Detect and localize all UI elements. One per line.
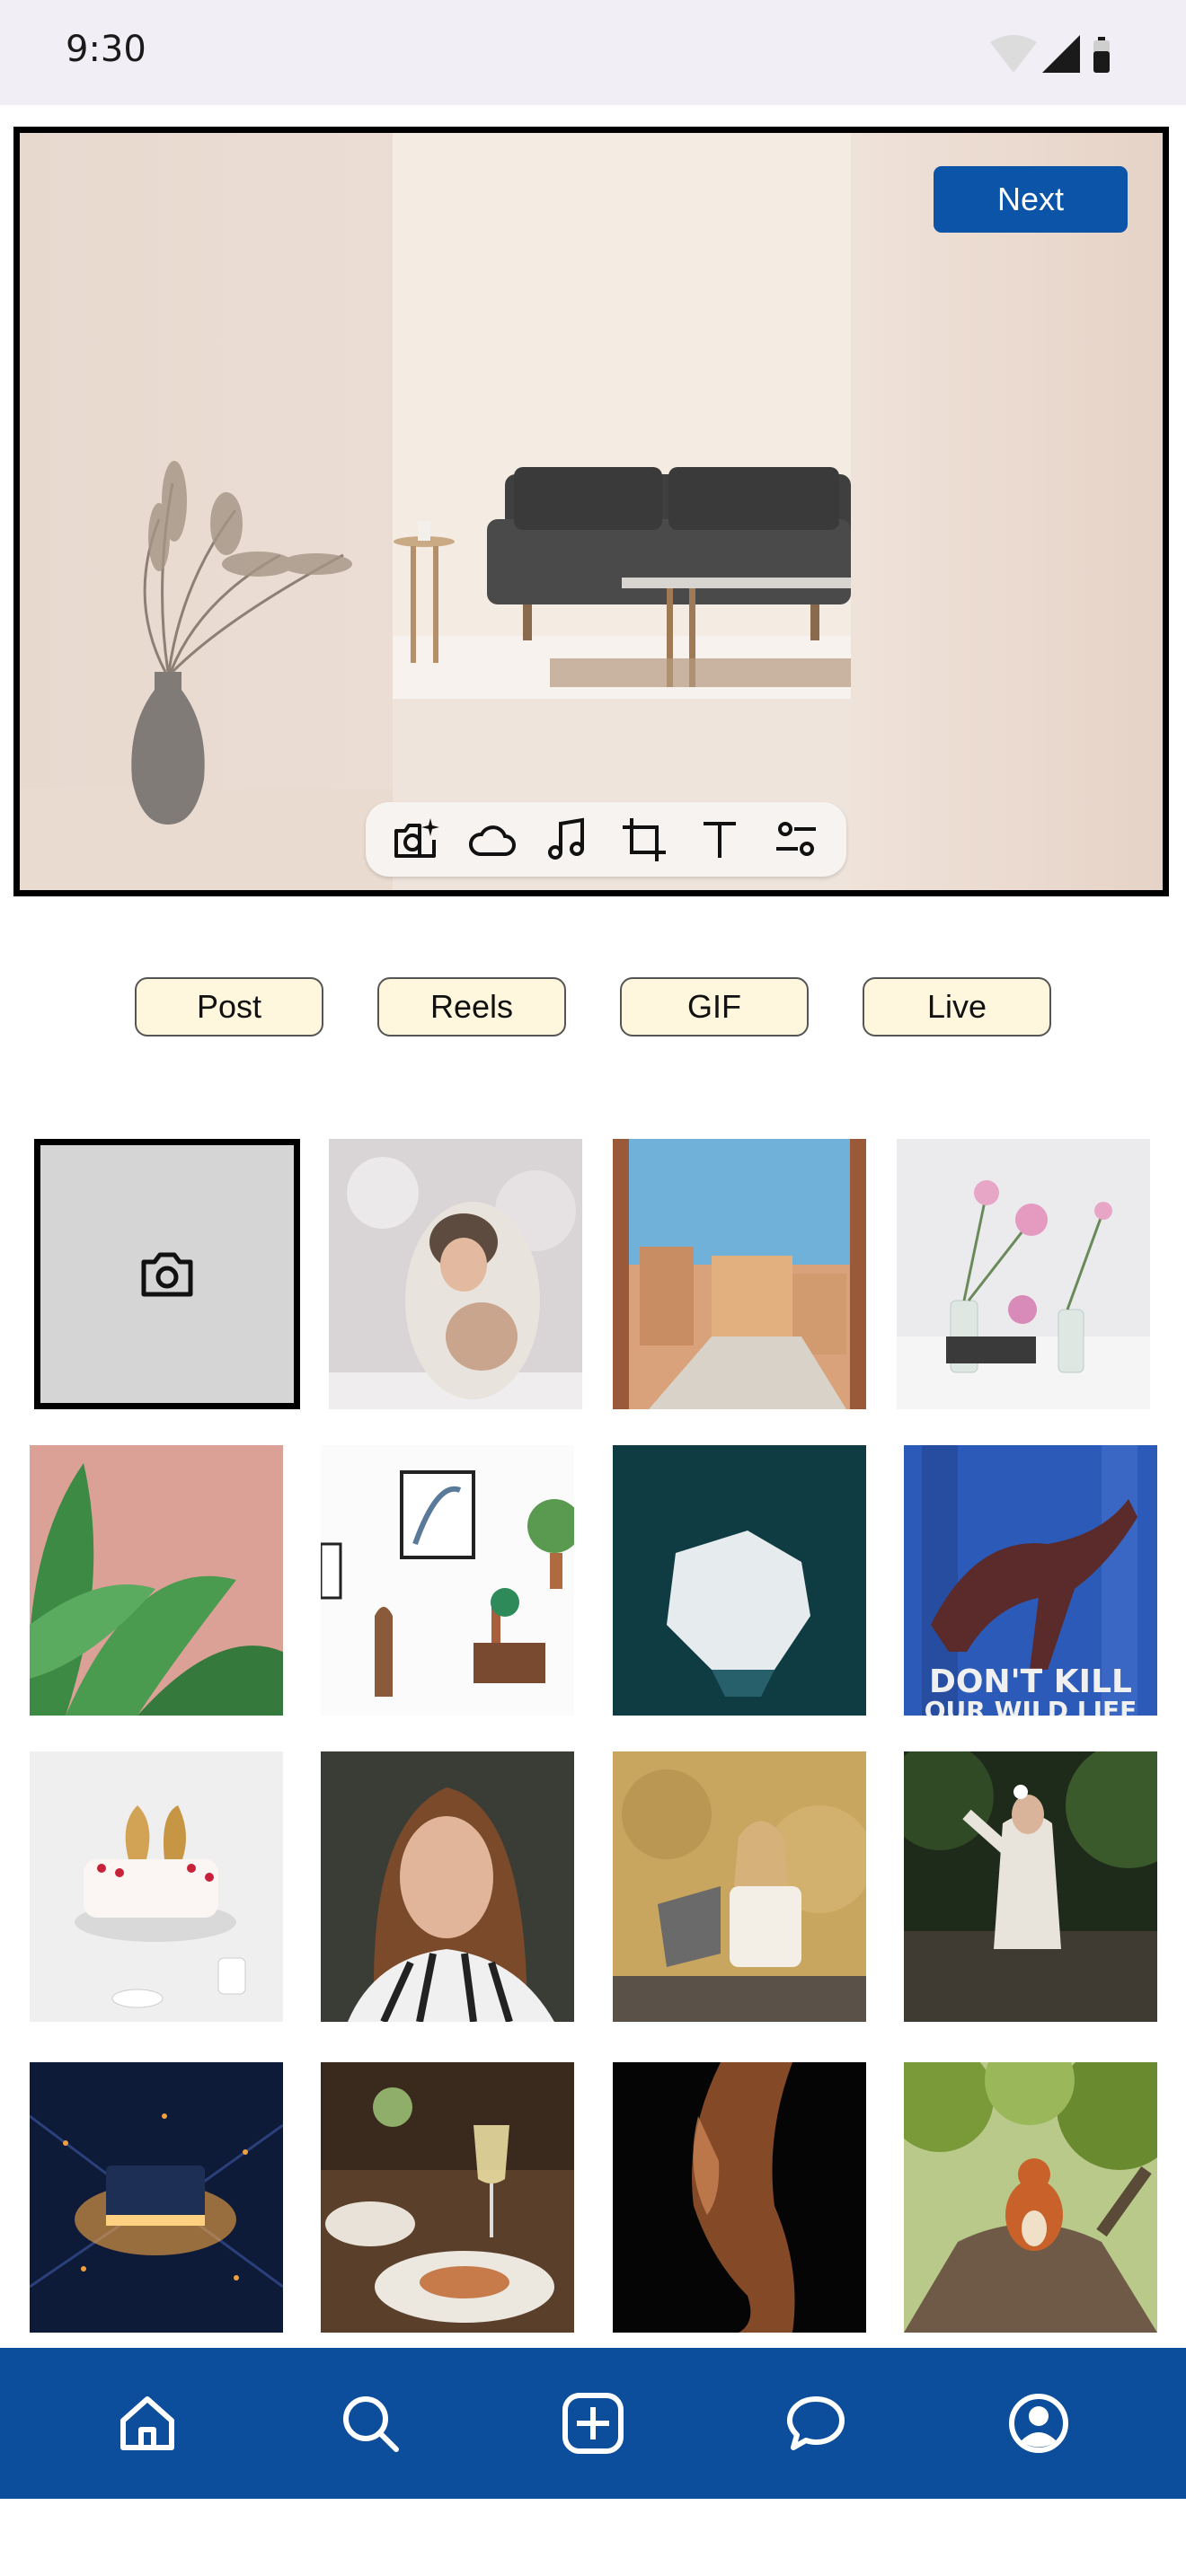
text-icon[interactable] [693,813,747,867]
camera-icon [141,1252,193,1296]
mode-post-button[interactable]: Post [135,977,323,1037]
image-preview[interactable]: Next [13,127,1169,896]
gallery-photo-woman-portrait[interactable] [321,1751,574,2022]
gallery-photo-flowers-vase[interactable] [897,1139,1150,1409]
status-bar: 9:30 [0,0,1186,105]
status-icons [990,35,1110,73]
poster-text: DON'T KILL [929,1663,1132,1700]
search-icon[interactable] [334,2387,406,2459]
gallery-photo-girl-stream[interactable] [904,1751,1157,2022]
gallery-photo-mother-baby[interactable] [329,1139,582,1409]
mode-live-button[interactable]: Live [863,977,1051,1037]
camera-sparkle-icon[interactable] [389,813,443,867]
cloud-icon[interactable] [465,813,519,867]
gallery-photo-iceberg[interactable] [613,1445,866,1716]
gallery-photo-city-square[interactable] [613,1139,866,1409]
battery-icon [1093,37,1110,73]
gallery-photo-plant-leaves[interactable] [30,1445,283,1716]
bottom-nav [0,2348,1186,2499]
gallery-photo-circuit-chip[interactable] [30,2062,283,2333]
crop-icon[interactable] [617,813,671,867]
home-icon[interactable] [111,2387,183,2459]
gallery-photo-wildlife-poster[interactable]: DON'T KILL OUR WILD LIFE [904,1445,1157,1716]
mode-gif-button[interactable]: GIF [620,977,809,1037]
next-button[interactable]: Next [934,166,1128,233]
gallery-photo-pear-cake[interactable] [30,1751,283,2022]
signal-icon [1042,35,1080,73]
profile-icon[interactable] [1003,2387,1075,2459]
mode-reels-button[interactable]: Reels [377,977,566,1037]
gallery-photo-dark-profile[interactable] [613,2062,866,2333]
gallery-photo-woman-laptop[interactable] [613,1751,866,2022]
adjust-icon[interactable] [769,813,823,867]
edit-toolbar [366,802,846,877]
chat-icon[interactable] [780,2387,852,2459]
preview-photo [20,133,1163,890]
music-note-icon[interactable] [541,813,595,867]
gallery-photo-dinner-table[interactable] [321,2062,574,2333]
gallery-photo-squirrel-tree[interactable] [904,2062,1157,2333]
svg-text:OUR WILD LIFE: OUR WILD LIFE [925,1696,1137,1716]
status-time: 9:30 [66,29,146,70]
add-post-icon[interactable] [557,2387,629,2459]
gallery-photo-wall-shelf[interactable] [321,1445,574,1716]
wifi-icon [990,35,1037,73]
camera-tile[interactable] [34,1139,300,1409]
